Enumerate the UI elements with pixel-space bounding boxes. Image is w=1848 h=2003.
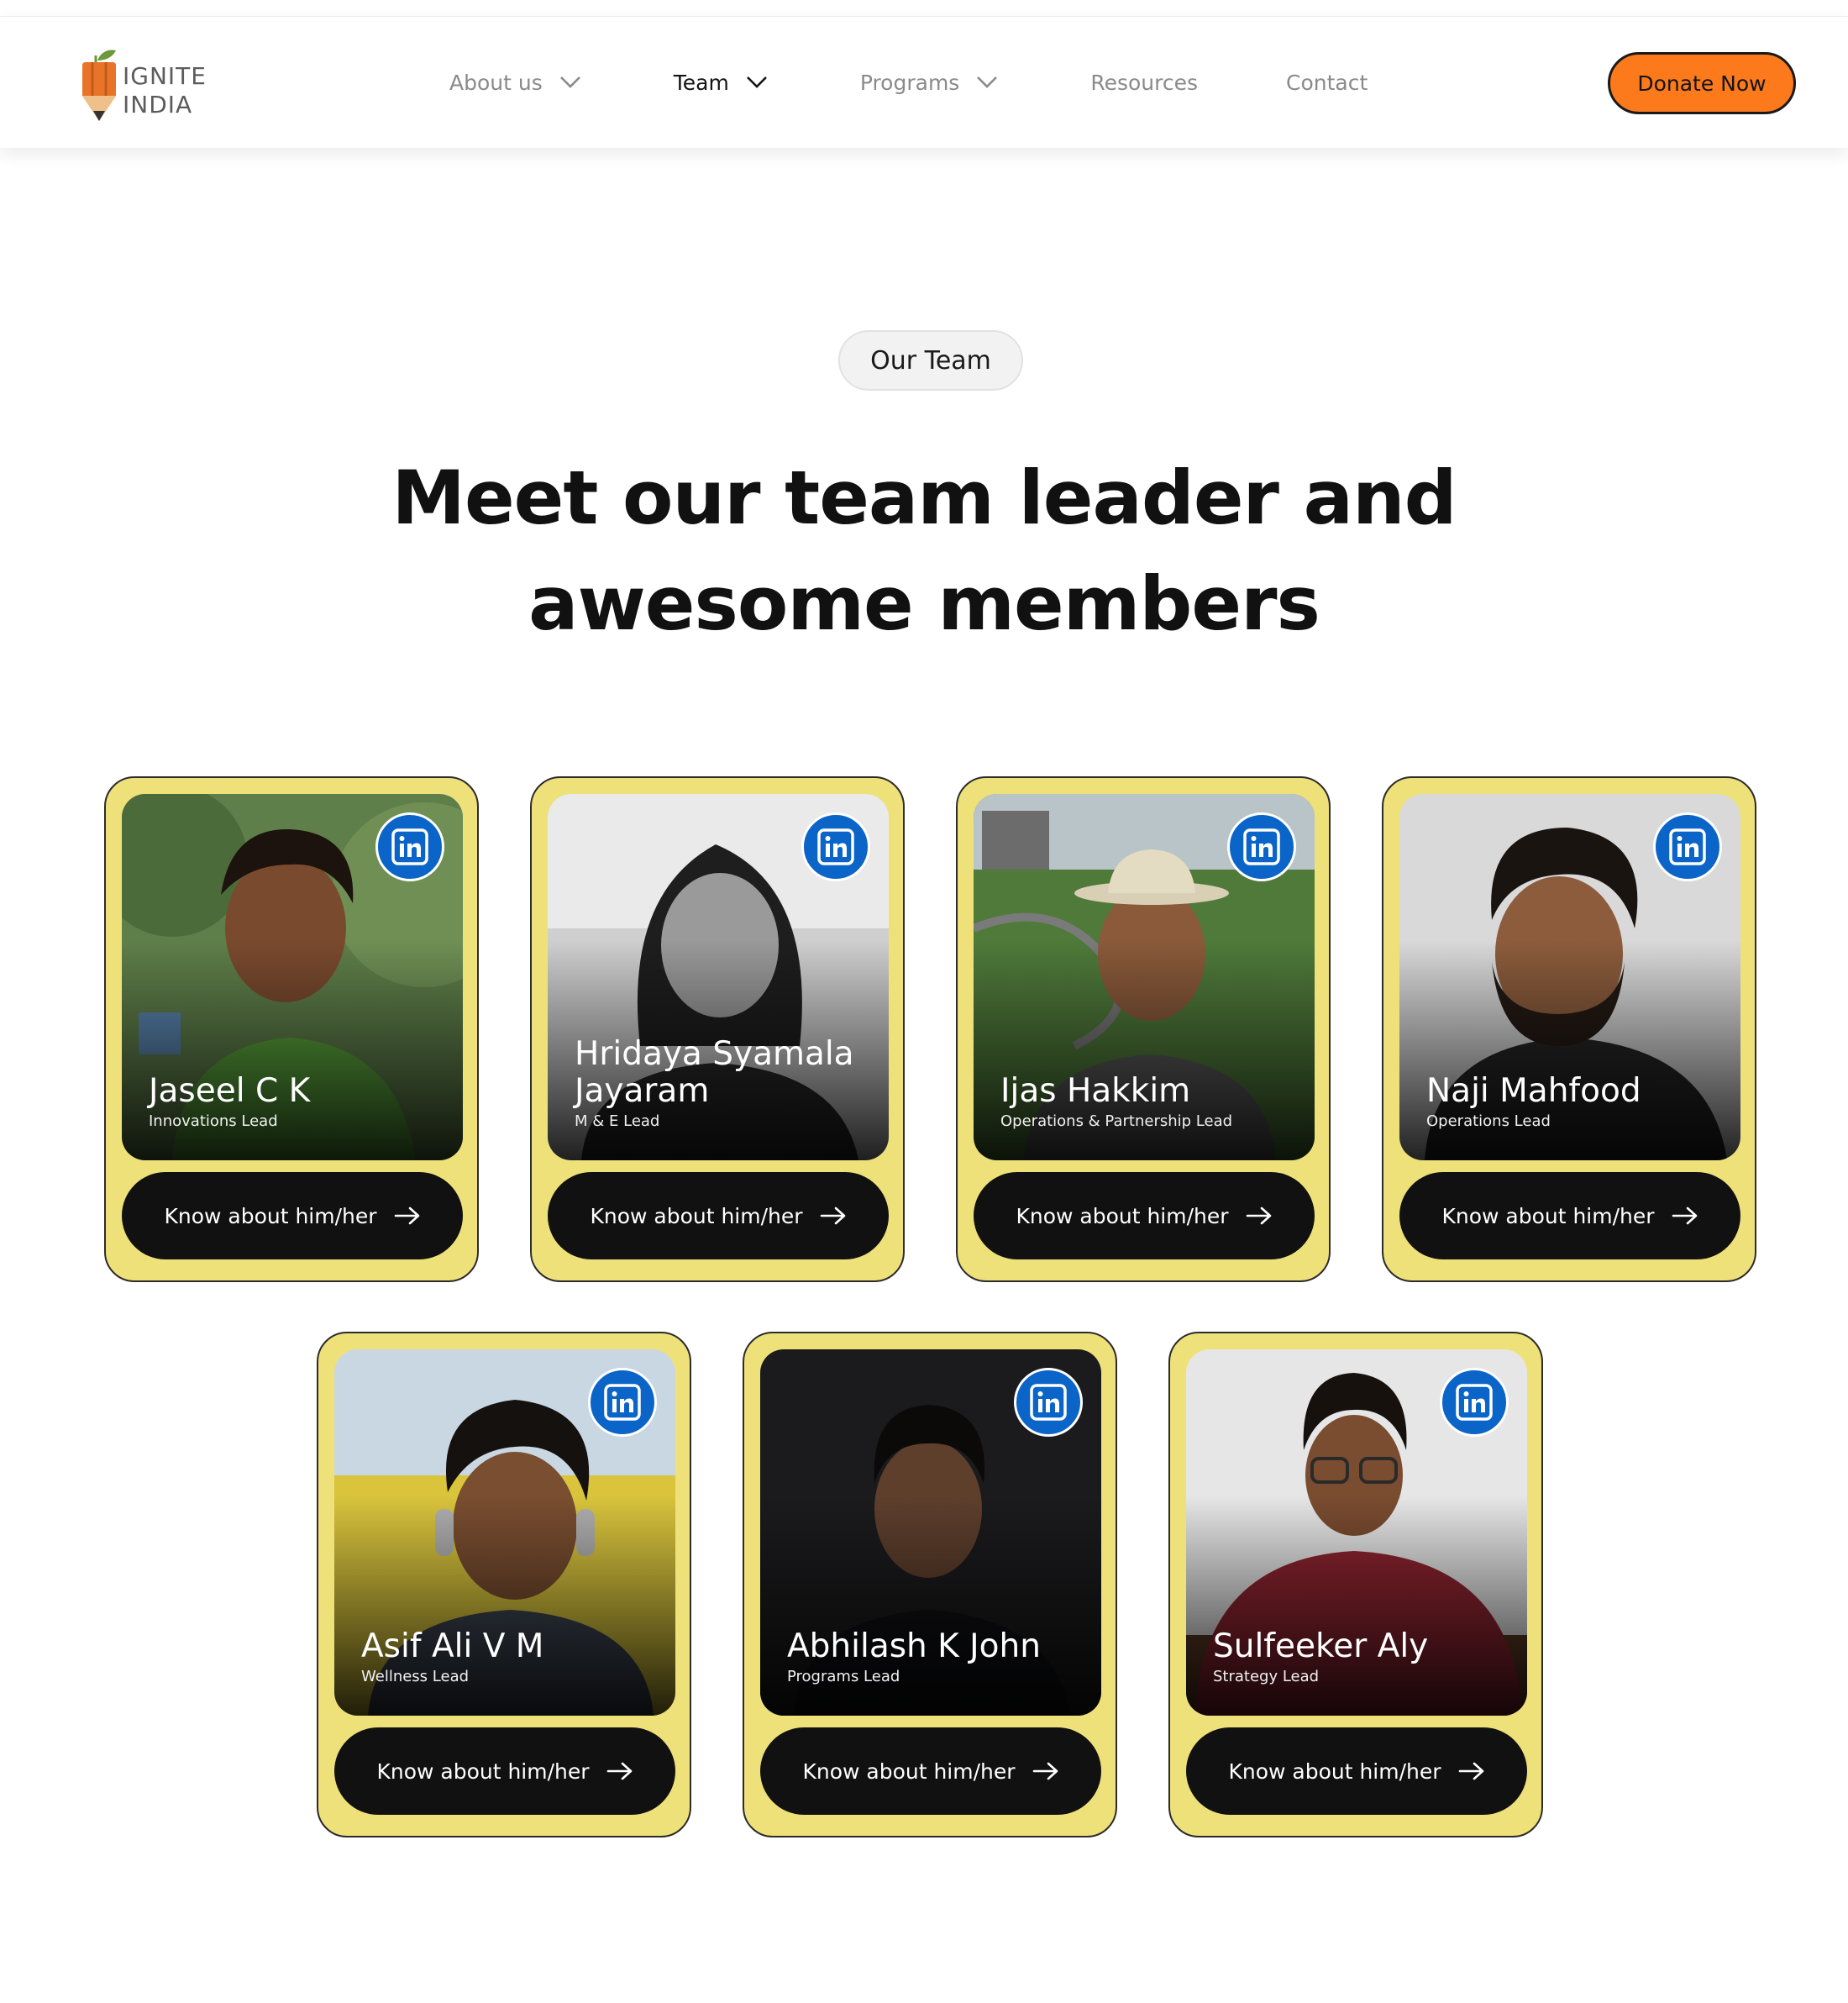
linkedin-icon[interactable] (1014, 1368, 1083, 1437)
ignite-india-logo[interactable]: IGNITE INDIA (79, 49, 213, 124)
top-navbar: IGNITE INDIA About us Team Programs Reso… (0, 17, 1848, 148)
team-card-abhilash: Abhilash K John Programs Lead Know about… (743, 1332, 1117, 1837)
arrow-right-icon (606, 1762, 632, 1780)
chevron-down-icon (559, 76, 580, 88)
member-photo: Naji Mahfood Operations Lead (1399, 794, 1740, 1160)
logo-line-1: IGNITE (123, 62, 207, 90)
linkedin-icon[interactable] (801, 812, 870, 881)
linkedin-icon[interactable] (1653, 812, 1722, 881)
nav-about-us-label: About us (449, 70, 543, 95)
member-role: Innovations Lead (149, 1112, 278, 1130)
member-role: Strategy Lead (1213, 1668, 1320, 1685)
member-photo: Asif Ali V M Wellness Lead (334, 1349, 675, 1716)
member-name: Asif Ali V M (361, 1627, 544, 1665)
nav-programs-label: Programs (859, 70, 960, 95)
nav-resources[interactable]: Resources (1090, 71, 1198, 95)
know-about-button[interactable]: Know about him/her (974, 1172, 1315, 1259)
page-title-line-2: awesome members (528, 560, 1320, 647)
member-name: Jaseel C K (149, 1072, 311, 1110)
page-title: Meet our team leader and awesome members (252, 445, 1596, 657)
member-role: M & E Lead (575, 1112, 660, 1130)
know-about-label: Know about him/her (802, 1759, 1016, 1784)
member-role: Programs Lead (787, 1668, 900, 1685)
know-about-button[interactable]: Know about him/her (122, 1172, 463, 1259)
our-team-pill: Our Team (838, 330, 1023, 391)
linkedin-icon[interactable] (1227, 812, 1296, 881)
chevron-down-icon (977, 76, 998, 88)
linkedin-icon[interactable] (1440, 1368, 1509, 1437)
know-about-label: Know about him/her (590, 1203, 803, 1228)
know-about-button[interactable]: Know about him/her (1399, 1172, 1740, 1259)
linkedin-icon[interactable] (375, 812, 444, 881)
know-about-button[interactable]: Know about him/her (334, 1727, 675, 1815)
arrow-right-icon (1458, 1762, 1483, 1780)
member-photo: Jaseel C K Innovations Lead (122, 794, 463, 1160)
logo-line-2: INDIA (123, 91, 193, 118)
member-role: Operations Lead (1426, 1112, 1551, 1130)
member-name: Abhilash K John (787, 1627, 1041, 1665)
arrow-right-icon (394, 1207, 419, 1225)
member-name: Ijas Hakkim (1000, 1072, 1191, 1110)
arrow-right-icon (1032, 1762, 1058, 1780)
arrow-right-icon (820, 1207, 845, 1225)
team-card-sulfeeker: Sulfeeker Aly Strategy Lead Know about h… (1168, 1332, 1543, 1837)
team-card-asif: Asif Ali V M Wellness Lead Know about hi… (317, 1332, 691, 1837)
nav-team-label: Team (673, 70, 729, 95)
team-card-jaseel: Jaseel C K Innovations Lead Know about h… (104, 776, 479, 1282)
linkedin-icon[interactable] (588, 1368, 657, 1437)
main-nav: About us Team Programs Resources Contact (449, 17, 1368, 148)
chevron-down-icon (746, 76, 767, 88)
team-card-hridaya: Hridaya Syamala Jayaram M & E Lead Know … (530, 776, 905, 1282)
arrow-right-icon (1672, 1207, 1697, 1225)
know-about-label: Know about him/her (1016, 1203, 1229, 1228)
nav-about-us[interactable]: About us (449, 71, 581, 95)
nav-contact[interactable]: Contact (1286, 71, 1368, 95)
donate-now-button[interactable]: Donate Now (1608, 52, 1796, 114)
know-about-label: Know about him/her (376, 1759, 590, 1784)
member-name: Sulfeeker Aly (1213, 1627, 1429, 1665)
nav-contact-label: Contact (1286, 70, 1368, 95)
team-card-ijas: Ijas Hakkim Operations & Partnership Lea… (956, 776, 1331, 1282)
member-photo: Abhilash K John Programs Lead (760, 1349, 1101, 1716)
know-about-button[interactable]: Know about him/her (548, 1172, 889, 1259)
know-about-label: Know about him/her (1441, 1203, 1655, 1228)
member-name: Hridaya Syamala Jayaram (575, 1035, 854, 1110)
team-card-naji: Naji Mahfood Operations Lead Know about … (1382, 776, 1756, 1282)
know-about-button[interactable]: Know about him/her (760, 1727, 1101, 1815)
arrow-right-icon (1246, 1207, 1271, 1225)
nav-programs[interactable]: Programs (860, 71, 999, 95)
know-about-button[interactable]: Know about him/her (1186, 1727, 1527, 1815)
pencil-leaf-logo-icon (82, 50, 116, 121)
member-photo: Ijas Hakkim Operations & Partnership Lea… (974, 794, 1315, 1160)
member-role: Wellness Lead (361, 1668, 470, 1685)
know-about-label: Know about him/her (164, 1203, 377, 1228)
page-title-line-1: Meet our team leader and (391, 455, 1457, 541)
member-photo: Hridaya Syamala Jayaram M & E Lead (548, 794, 889, 1160)
member-name: Naji Mahfood (1426, 1072, 1641, 1110)
nav-team[interactable]: Team (674, 71, 768, 95)
know-about-label: Know about him/her (1228, 1759, 1441, 1784)
member-role: Operations & Partnership Lead (1000, 1112, 1233, 1130)
logo-wordmark: IGNITE INDIA (123, 62, 207, 119)
member-photo: Sulfeeker Aly Strategy Lead (1186, 1349, 1527, 1716)
nav-resources-label: Resources (1090, 70, 1199, 95)
